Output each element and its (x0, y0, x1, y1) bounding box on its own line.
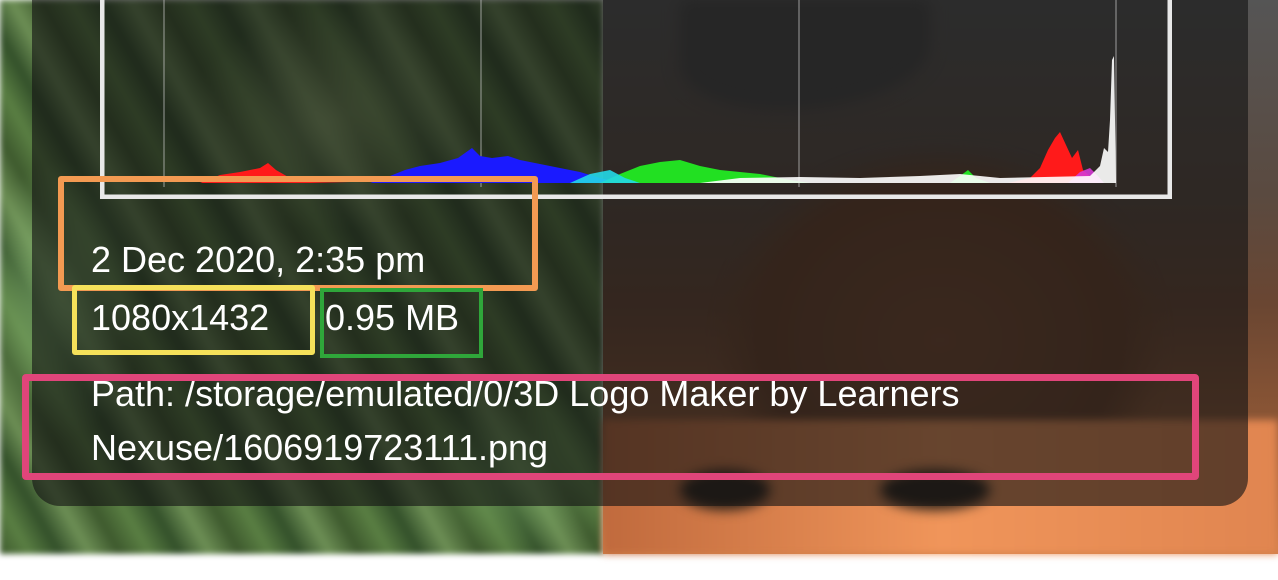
resolution-highlight-box (72, 285, 315, 355)
date-highlight-box (58, 176, 538, 291)
color-histogram (100, 0, 1172, 199)
file-size-highlight-box (320, 288, 483, 358)
path-highlight-box (22, 374, 1199, 480)
